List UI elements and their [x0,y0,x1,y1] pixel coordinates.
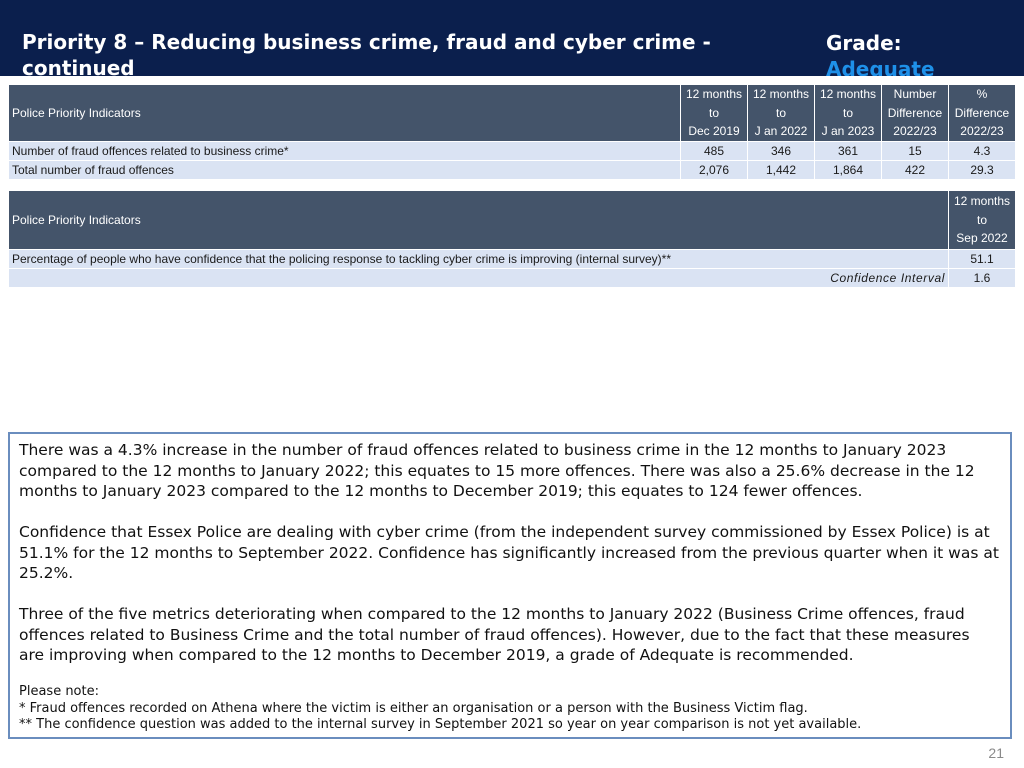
table-header-row: Police Priority Indicators 12 months to … [8,83,1016,143]
confidence-interval-value: 1.6 [948,268,1016,288]
table-cell: 29.3 [948,160,1016,181]
grade-label: Grade: [826,31,902,55]
column-header-jan-2022: 12 months to J an 2022 [747,83,815,143]
footnote-2: ** The confidence question was added to … [19,717,862,732]
row-label: Number of fraud offences related to busi… [8,141,681,162]
table-cell: 485 [680,141,748,162]
table-cell: 1,442 [747,160,815,181]
column-header-indicator: Police Priority Indicators [8,190,949,250]
column-header-sep-2022: 12 months to Sep 2022 [948,190,1016,250]
commentary-box: There was a 4.3% increase in the number … [8,432,1012,739]
footnotes: Please note: * Fraud offences recorded o… [19,684,999,734]
row-label: Total number of fraud offences [8,160,681,181]
confidence-interval-label: Confidence Interval [8,268,949,288]
table-cell: 422 [881,160,949,181]
table-row: Percentage of people who have confidence… [8,249,1016,269]
table-cell: 15 [881,141,949,162]
column-header-jan-2023: 12 months to J an 2023 [814,83,882,143]
column-header-indicator: Police Priority Indicators [8,83,681,143]
commentary-paragraph-3: Three of the five metrics deteriorating … [19,605,970,664]
page-title: Priority 8 – Reducing business crime, fr… [22,30,711,80]
table-cell: 1,864 [814,160,882,181]
commentary-paragraph-2: Confidence that Essex Police are dealing… [19,523,999,582]
column-header-number-difference: Number Difference 2022/23 [881,83,949,143]
table-cell: 2,076 [680,160,748,181]
indicators-table: Police Priority Indicators 12 months to … [8,83,1016,181]
cyber-confidence-table: Police Priority Indicators 12 months to … [8,190,1016,288]
column-header-percent-difference: % Difference 2022/23 [948,83,1016,143]
table-cell: 4.3 [948,141,1016,162]
page-number: 21 [988,745,1004,761]
footnote-heading: Please note: [19,684,99,699]
table-row: Total number of fraud offences 2,076 1,4… [8,160,1016,181]
column-header-dec-2019: 12 months to Dec 2019 [680,83,748,143]
table-cell: 51.1 [948,249,1016,269]
table-cell: 361 [814,141,882,162]
grade-value: Adequate [826,57,935,76]
table-cell: 346 [747,141,815,162]
confidence-interval-row: Confidence Interval 1.6 [8,268,1016,288]
row-label: Percentage of people who have confidence… [8,249,949,269]
table-row: Number of fraud offences related to busi… [8,141,1016,162]
footnote-1: * Fraud offences recorded on Athena wher… [19,700,808,716]
table-header-row: Police Priority Indicators 12 months to … [8,190,1016,250]
commentary-paragraph-1: There was a 4.3% increase in the number … [19,441,975,500]
